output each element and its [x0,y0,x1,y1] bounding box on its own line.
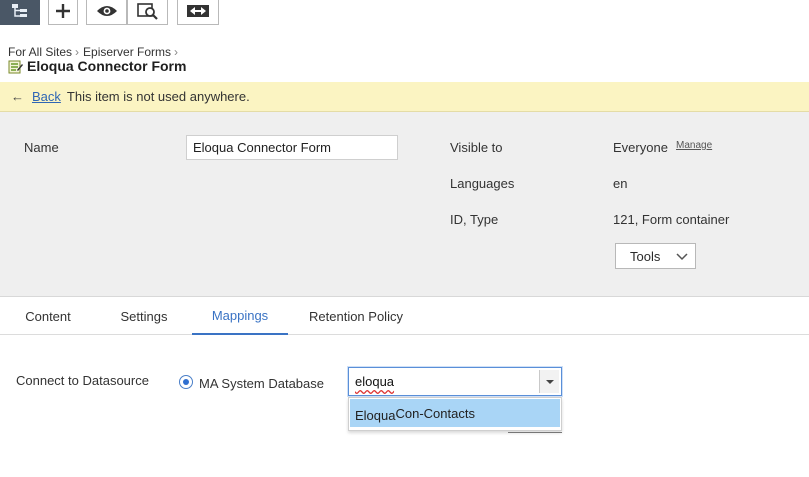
manage-access-link[interactable]: Manage [676,140,712,151]
datasource-combobox[interactable]: eloqua [348,367,562,396]
preview-magnifier-icon [136,3,158,20]
tab-retention-policy[interactable]: Retention Policy [300,298,412,335]
breadcrumb-separator-icon: › [75,45,80,59]
caret-down-icon [545,379,554,384]
view-button[interactable] [86,0,127,25]
breadcrumb-separator-icon: › [174,45,179,59]
tab-content[interactable]: Content [16,298,80,335]
eye-icon [96,6,117,16]
back-link[interactable]: Back [32,89,61,104]
page-title: Eloqua Connector Form [27,58,187,74]
tab-bar: Content Settings Mappings Retention Poli… [0,298,809,335]
datasource-suggestion-list: Eloqua Con-Contacts [348,397,562,431]
tree-view-button[interactable] [0,0,40,25]
tools-button-label: Tools [630,248,661,264]
tab-mappings[interactable]: Mappings [192,298,288,335]
name-label: Name [24,140,59,155]
add-button[interactable] [48,0,78,25]
radio-selected-dot [183,379,189,385]
connect-datasource-label: Connect to Datasource [16,373,149,388]
datasource-combobox-value[interactable]: eloqua [355,374,394,389]
suggestion-rest-text: Con-Contacts [395,405,475,421]
suggestion-eloquacon-contacts[interactable]: Eloqua Con-Contacts [350,399,560,427]
tools-dropdown-button[interactable]: Tools [615,243,696,269]
chevron-down-icon [676,253,688,261]
usage-notice-bar: ← Back This item is not used anywhere. [0,82,809,112]
compare-button[interactable] [177,0,219,25]
breadcrumb-item-episerver-forms[interactable]: Episerver Forms [83,45,171,59]
breadcrumb-item-for-all-sites[interactable]: For All Sites [8,45,72,59]
visible-to-value: Everyone [613,140,668,155]
compare-arrows-icon [187,5,209,17]
usage-message: This item is not used anywhere. [66,89,250,104]
breadcrumb: For All Sites › Episerver Forms › [8,45,182,59]
visible-to-label: Visible to [450,140,503,155]
toolbar [0,0,809,27]
ma-system-database-label[interactable]: MA System Database [199,376,324,391]
suggestion-match-text: Eloqua [355,407,396,423]
page-title-row: Eloqua Connector Form [8,58,186,74]
id-type-value: 121, Form container [613,212,730,227]
languages-label: Languages [450,176,515,191]
name-field[interactable]: Eloqua Connector Form [186,135,398,160]
hidden-field-edge [508,432,562,433]
ma-system-database-radio[interactable] [179,375,193,389]
back-arrow-icon[interactable]: ← [11,89,24,104]
languages-value: en [613,176,628,191]
id-type-label: ID, Type [450,212,499,227]
tab-settings[interactable]: Settings [110,298,178,335]
combobox-arrow-button[interactable] [539,370,559,393]
preview-button[interactable] [127,0,168,25]
plus-icon [56,4,70,18]
properties-panel: Name Eloqua Connector Form Visible to Ev… [0,112,809,297]
form-icon [8,60,23,73]
tree-structure-icon [12,4,27,17]
